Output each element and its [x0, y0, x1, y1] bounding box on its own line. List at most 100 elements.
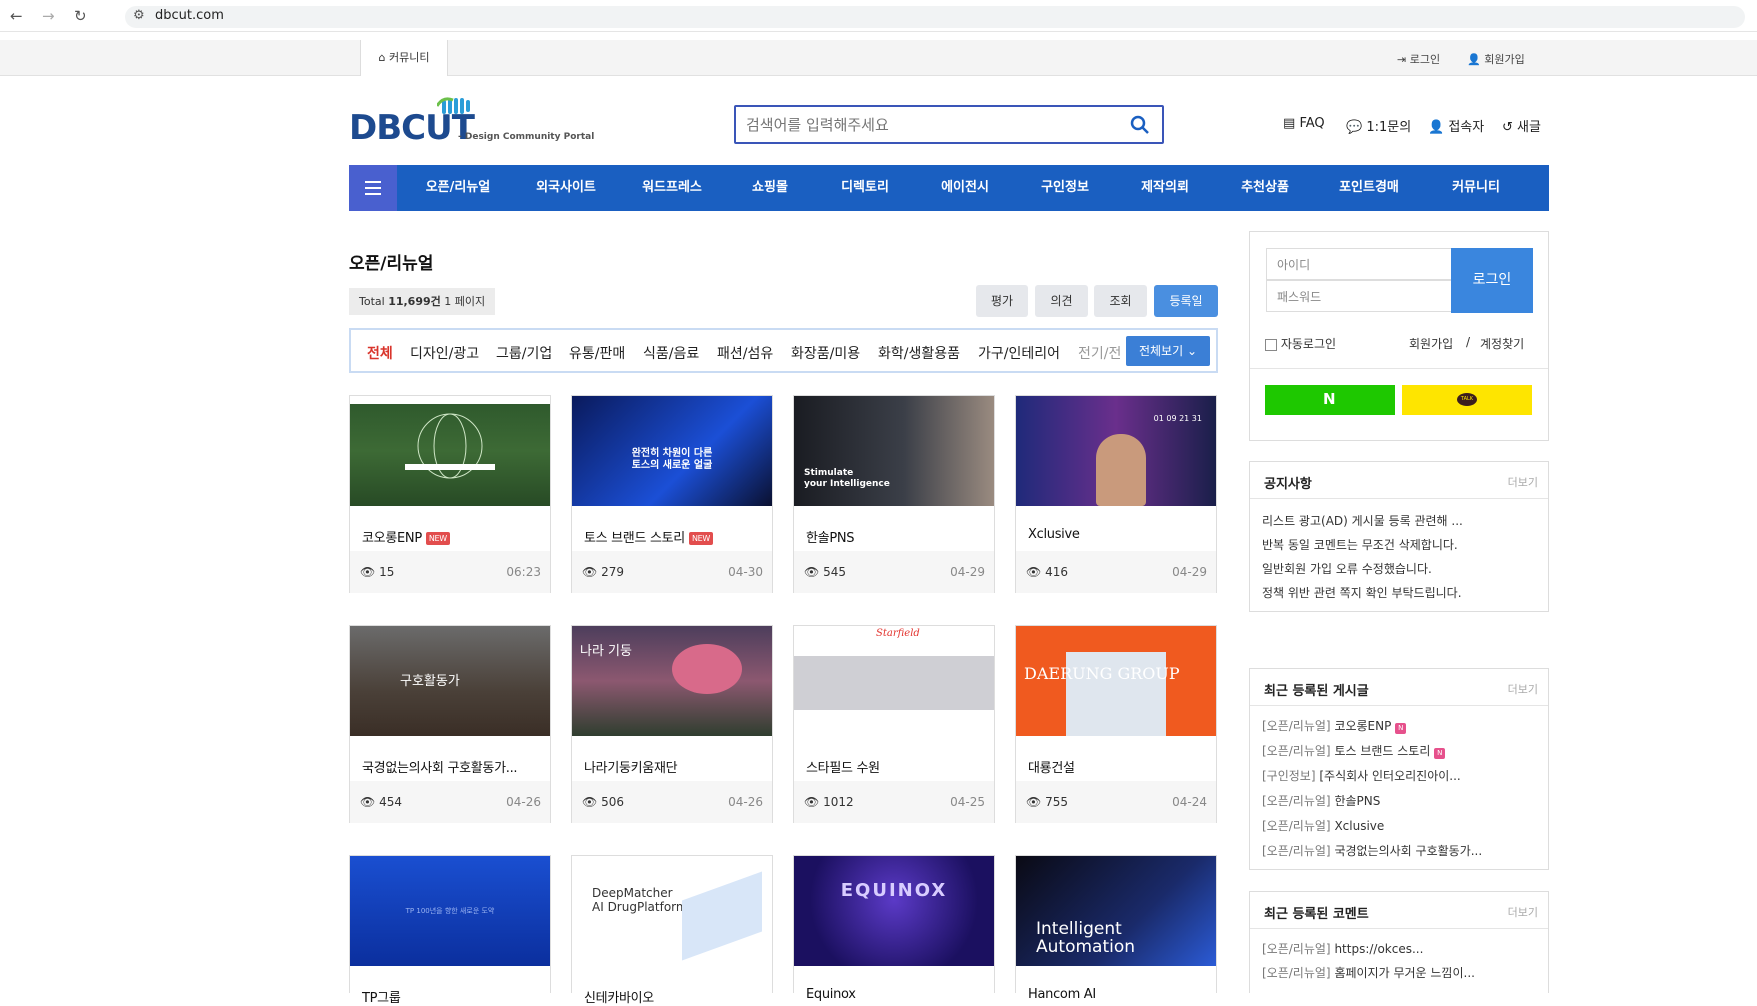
post-title: TP그룹 — [362, 991, 401, 1006]
tab-community[interactable]: ⌂ 커뮤니티 — [360, 40, 448, 76]
back-icon[interactable]: ← — [10, 7, 23, 25]
new-posts-link[interactable]: ↺ 새글 — [1502, 116, 1541, 135]
recent-post-item[interactable]: [오픈/리뉴얼] 토스 브랜드 스토리 N — [1262, 742, 1538, 759]
nav-item[interactable]: 디렉토리 — [815, 165, 915, 211]
join-link[interactable]: 회원가입 — [1409, 335, 1453, 352]
nav-item[interactable]: 구인정보 — [1015, 165, 1115, 211]
thumb-text: EQUINOX — [840, 880, 948, 901]
post-card[interactable]: 완전히 차원이 다른 토스의 새로운 얼굴 토스 브랜드 스토리 NEW 👁 27… — [571, 395, 773, 593]
recent-post-item[interactable]: [오픈/리뉴얼] 코오롱ENP N — [1262, 717, 1538, 734]
forward-icon[interactable]: → — [42, 7, 55, 25]
comment-category: [오픈/리뉴얼] — [1262, 966, 1331, 980]
nav-item[interactable]: 오픈/리뉴얼 — [403, 165, 513, 211]
comment-text: 홈페이지가 무거운 느낌이... — [1334, 966, 1475, 980]
site-logo[interactable]: DBCUT - Design Community Portal — [349, 96, 609, 148]
post-text: 코오롱ENP — [1334, 719, 1392, 733]
post-card[interactable]: EQUINOX Equinox — [793, 855, 995, 1002]
recent-post-item[interactable]: [오픈/리뉴얼] Xclusive — [1262, 817, 1538, 834]
recent-post-item[interactable]: [구인정보] [주식회사 인터오리진아이... — [1262, 767, 1538, 784]
thumb-text: 01 09 21 31 — [1153, 414, 1202, 423]
comment-text: https://okces... — [1334, 942, 1424, 956]
category-item[interactable]: 디자인/광고 — [410, 343, 479, 363]
post-card[interactable]: Intelligent Automation Hancom AI — [1015, 855, 1217, 1002]
post-category: [구인정보] — [1262, 769, 1316, 783]
password-input[interactable]: 패스워드 — [1266, 280, 1452, 312]
category-item[interactable]: 그룹/기업 — [496, 343, 552, 363]
faq-label: FAQ — [1299, 116, 1325, 131]
top-login-link[interactable]: ⇥ 로그인 — [1397, 51, 1440, 67]
recent-comment-item[interactable]: [오픈/리뉴얼] 홈페이지가 무거운 느낌이... — [1262, 964, 1538, 981]
nav-item[interactable]: 커뮤니티 — [1423, 165, 1529, 211]
recent-comment-item[interactable]: [오픈/리뉴얼] https://okces... — [1262, 940, 1538, 957]
category-item[interactable]: 패션/섬유 — [717, 343, 773, 363]
kakao-talk-icon: TALK — [1457, 393, 1477, 406]
login-button[interactable]: 로그인 — [1451, 248, 1533, 313]
category-item[interactable]: 화장품/미용 — [791, 343, 860, 363]
post-card[interactable]: DAERUNG GROUP 대룡건설 👁 755 04-24 — [1015, 625, 1217, 823]
faq-link[interactable]: ▤ FAQ — [1283, 116, 1325, 131]
category-item[interactable]: 유통/판매 — [569, 343, 625, 363]
nav-item[interactable]: 외국사이트 — [513, 165, 619, 211]
post-card[interactable]: 나라 기둥 나라기둥키움재단 👁 506 04-26 — [571, 625, 773, 823]
chat-icon: 💬 — [1346, 120, 1363, 135]
new-badge: NEW — [425, 532, 450, 545]
kakao-login-button[interactable]: TALK — [1402, 385, 1532, 415]
visitors-link[interactable]: 👤 접속자 — [1428, 116, 1484, 135]
post-card[interactable]: 01 09 21 31 Xclusive 👁 416 04-29 — [1015, 395, 1217, 593]
auto-login-checkbox[interactable]: 자동로그인 — [1265, 335, 1336, 352]
notice-box: 공지사항 더보기 리스트 광고(AD) 게시물 등록 관련해 ... 반복 동일… — [1249, 461, 1549, 612]
sort-date-button[interactable]: 등록일 — [1154, 285, 1218, 317]
naver-login-button[interactable]: N — [1265, 385, 1395, 415]
category-all[interactable]: 전체 — [367, 343, 393, 363]
post-card[interactable]: TP 100년을 향한 새로운 도약 TP그룹 — [349, 855, 551, 1006]
view-all-button[interactable]: 전체보기 ⌄ — [1126, 336, 1210, 366]
post-card[interactable]: 코오롱ENP NEW 👁 15 06:23 — [349, 395, 551, 593]
recent-post-item[interactable]: [오픈/리뉴얼] 국경없는의사회 구호활동가... — [1262, 842, 1538, 859]
post-card[interactable]: 구호활동가 국경없는의사회 구호활동가... 👁 454 04-26 — [349, 625, 551, 823]
post-thumbnail: EQUINOX — [794, 856, 994, 966]
post-meta: 👁 506 04-26 — [572, 781, 772, 823]
recent-posts-more-link[interactable]: 더보기 — [1508, 681, 1538, 697]
top-signup-link[interactable]: 👤 회원가입 — [1467, 51, 1525, 67]
notice-item[interactable]: 일반회원 가입 오류 수정했습니다. — [1262, 560, 1538, 577]
view-count-value: 1012 — [823, 795, 854, 809]
nav-item[interactable]: 추천상품 — [1215, 165, 1315, 211]
recent-comments-more-link[interactable]: 더보기 — [1508, 904, 1538, 920]
post-card[interactable]: Starfield 스타필드 수원 👁 1012 04-25 — [793, 625, 995, 823]
thumb-text: Starfield — [876, 628, 920, 639]
sort-opinion-button[interactable]: 의견 — [1035, 285, 1088, 317]
nav-item[interactable]: 에이전시 — [915, 165, 1015, 211]
category-item[interactable]: 화학/생활용품 — [878, 343, 960, 363]
category-item[interactable]: 가구/인테리어 — [978, 343, 1060, 363]
search-icon[interactable] — [1130, 115, 1150, 135]
address-bar[interactable]: ⚙ dbcut.com — [125, 6, 1745, 28]
notice-more-link[interactable]: 더보기 — [1508, 474, 1538, 490]
id-input[interactable]: 아이디 — [1266, 248, 1452, 280]
post-category: [오픈/리뉴얼] — [1262, 819, 1331, 833]
recent-post-item[interactable]: [오픈/리뉴얼] 한솔PNS — [1262, 792, 1538, 809]
category-item[interactable]: 전기/전 — [1078, 343, 1121, 363]
sort-views-button[interactable]: 조회 — [1094, 285, 1147, 317]
view-count: 👁 416 — [1026, 565, 1068, 579]
post-card[interactable]: Stimulate your Intelligence 한솔PNS 👁 545 … — [793, 395, 995, 593]
sort-rating-button[interactable]: 평가 — [976, 285, 1028, 317]
notice-item[interactable]: 리스트 광고(AD) 게시물 등록 관련해 ... — [1262, 512, 1538, 529]
notice-item[interactable]: 정책 위반 관련 쪽지 확인 부탁드립니다. — [1262, 584, 1538, 601]
category-item[interactable]: 식품/음료 — [643, 343, 699, 363]
post-card[interactable]: DeepMatcher AI DrugPlatform 신테카바이오 — [571, 855, 773, 1006]
total-value: 11,699건 — [388, 295, 441, 308]
nav-item[interactable]: 포인트경매 — [1315, 165, 1423, 211]
thumb-text: Stimulate your Intelligence — [804, 468, 890, 489]
site-info-icon[interactable]: ⚙ — [133, 6, 145, 26]
notice-item[interactable]: 반복 동일 코멘트는 무조건 삭제합니다. — [1262, 536, 1538, 553]
menu-button[interactable] — [349, 165, 397, 211]
inquiry-link[interactable]: 💬 1:1문의 — [1346, 116, 1411, 135]
nav-item[interactable]: 쇼핑몰 — [725, 165, 815, 211]
nav-item[interactable]: 워드프레스 — [619, 165, 725, 211]
post-title-text: 토스 브랜드 스토리 — [584, 531, 685, 546]
search-input[interactable] — [746, 114, 1106, 136]
checkbox-icon[interactable] — [1265, 338, 1277, 351]
find-account-link[interactable]: 계정찾기 — [1480, 335, 1524, 352]
nav-item[interactable]: 제작의뢰 — [1115, 165, 1215, 211]
reload-icon[interactable]: ↻ — [74, 7, 87, 25]
